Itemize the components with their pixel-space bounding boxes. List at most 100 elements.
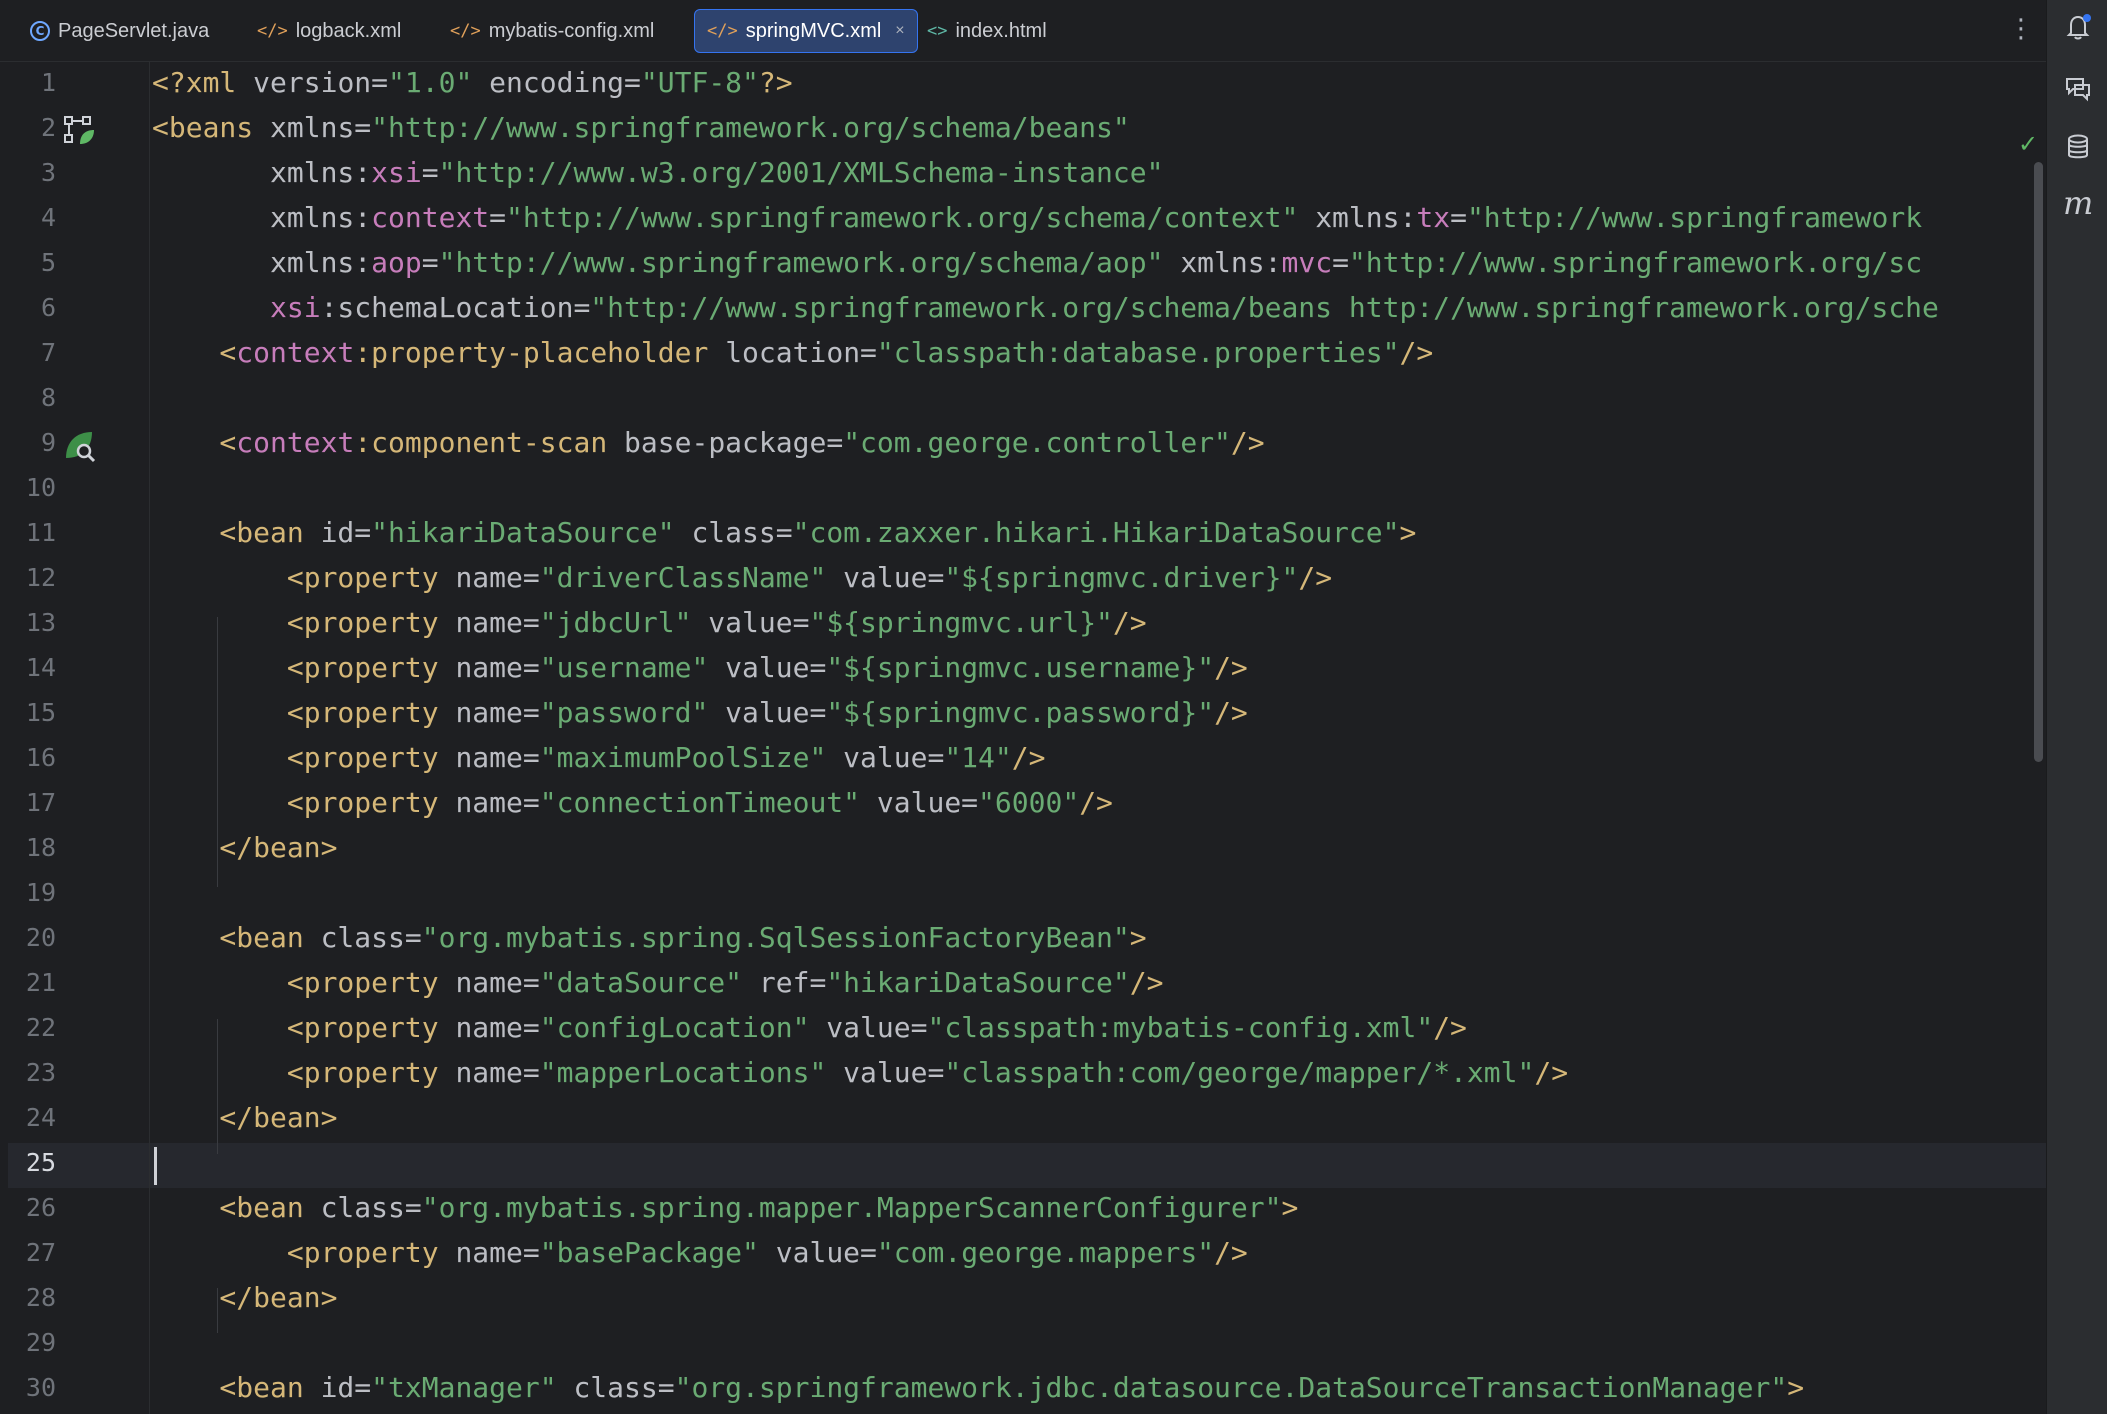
vertical-scrollbar[interactable] [2034, 162, 2043, 762]
code-line: <property name="configLocation" value="c… [152, 1005, 1467, 1050]
line-number: 5 [40, 248, 56, 277]
close-icon[interactable]: × [895, 22, 904, 40]
code-token: "maximumPoolSize" [539, 741, 827, 774]
code-token: location= [725, 336, 877, 369]
code-editor[interactable]: 1 2 3 4 5 6 7 8 9 10 11 12 13 14 15 16 17 18 19 20 21 22 23 24 2… [8, 62, 2046, 1414]
code-token: name= [455, 606, 540, 639]
code-line: <bean id="hikariDataSource" class="com.z… [152, 510, 1416, 555]
line-number: 14 [25, 653, 56, 682]
code-token: = [421, 156, 439, 189]
code-token: xmlns: [152, 246, 372, 279]
code-line: <context:component-scan base-package="co… [152, 420, 1264, 465]
bean-config-icon[interactable] [62, 114, 96, 148]
code-token: /> [1298, 561, 1333, 594]
tab-logback-xml[interactable]: </> logback.xml [245, 9, 413, 53]
tab-label: index.html [955, 19, 1047, 42]
line-number: 10 [25, 473, 56, 502]
code-token: <property [152, 966, 456, 999]
tab-mybatis-config-xml[interactable]: </> mybatis-config.xml [438, 9, 666, 53]
code-token: name= [455, 1011, 540, 1044]
code-token: :component-scan [354, 426, 625, 459]
line-number: 28 [25, 1283, 56, 1312]
code-token: name= [455, 966, 540, 999]
code-token: context [371, 201, 490, 234]
code-token: "classpath:com/george/mapper/*.xml" [944, 1056, 1535, 1089]
code-token: name= [455, 651, 540, 684]
current-line-highlight [8, 1143, 2046, 1188]
code-token: value= [826, 561, 945, 594]
line-number: 6 [40, 293, 56, 322]
database-icon[interactable] [2063, 132, 2093, 162]
code-token: /> [1214, 651, 1248, 684]
code-token: <bean [152, 1191, 321, 1224]
code-token: <property [152, 741, 456, 774]
code-line: <property name="connectionTimeout" value… [152, 780, 1113, 825]
notifications-icon[interactable] [2063, 12, 2093, 42]
tab-label: springMVC.xml [745, 19, 882, 42]
maven-icon[interactable]: m [2063, 187, 2093, 219]
code-line: <context:property-placeholder location="… [152, 330, 1433, 375]
code-token: > [1129, 921, 1147, 954]
code-token: version= [253, 66, 389, 99]
line-number: 9 [40, 428, 56, 457]
code-token: xmlns: [1298, 201, 1417, 234]
code-token: name= [455, 696, 540, 729]
code-token: :schemaLocation= [320, 291, 591, 324]
java-class-icon: C [30, 21, 50, 41]
code-token: </bean> [152, 1281, 338, 1314]
code-token: = [1332, 246, 1349, 279]
tab-index-html[interactable]: <> index.html [915, 9, 1059, 53]
code-token: name= [455, 1056, 540, 1089]
code-token: <?xml [152, 66, 254, 99]
line-number: 13 [25, 608, 56, 637]
code-token: > [1787, 1371, 1805, 1404]
inspection-ok-icon[interactable]: ✓ [2018, 130, 2038, 158]
code-token: /> [1399, 336, 1434, 369]
line-number: 21 [25, 968, 56, 997]
code-token: base-package= [624, 426, 844, 459]
line-number: 29 [25, 1328, 56, 1357]
code-token: "configLocation" [539, 1011, 810, 1044]
code-token: value= [708, 651, 827, 684]
xml-icon: </> [707, 21, 738, 41]
code-token: xmlns: [152, 156, 372, 189]
code-token: "http://www.springframework.org/sc [1348, 246, 1923, 279]
code-token: context [236, 426, 355, 459]
xml-icon: </> [257, 21, 288, 41]
code-line: xsi:schemaLocation="http://www.springfra… [152, 285, 1939, 330]
code-token: name= [455, 561, 540, 594]
ai-assistant-icon[interactable] [2063, 73, 2093, 103]
line-number: 18 [25, 833, 56, 862]
tab-options-icon[interactable]: ⋮ [2008, 14, 2034, 44]
code-line: </bean> [152, 825, 337, 870]
code-token: "com.george.mappers" [876, 1236, 1215, 1269]
code-token: < [152, 426, 237, 459]
code-token: "org.mybatis.spring.SqlSessionFactoryBea… [421, 921, 1130, 954]
component-scan-icon[interactable] [62, 428, 98, 464]
code-token: <bean [152, 1371, 321, 1404]
line-number: 8 [40, 383, 56, 412]
code-line: xmlns:context="http://www.springframewor… [152, 195, 1922, 240]
tab-pageservlet-java[interactable]: C PageServlet.java [18, 9, 221, 53]
code-line: <bean class="org.mybatis.spring.SqlSessi… [152, 915, 1147, 960]
code-token: <beans [152, 111, 271, 144]
code-token: /> [1214, 1236, 1248, 1269]
code-line: <property name="mapperLocations" value="… [152, 1050, 1568, 1095]
editor-tab-bar: C PageServlet.java </> logback.xml </> m… [0, 0, 2046, 62]
code-line: <property name="basePackage" value="com.… [152, 1230, 1248, 1275]
code-token: "http://www.springframework [1466, 201, 1923, 234]
code-line: <?xml version="1.0" encoding="UTF-8"?> [152, 62, 793, 105]
code-token: <property [152, 1056, 456, 1089]
tab-label: logback.xml [295, 19, 402, 42]
code-line: <property name="dataSource" ref="hikariD… [152, 960, 1164, 1005]
code-token: /> [1433, 1011, 1467, 1044]
code-token: xmlns= [270, 111, 372, 144]
line-number: 20 [25, 923, 56, 952]
line-number: 19 [25, 878, 56, 907]
code-token: = [489, 201, 507, 234]
tab-springmvc-xml[interactable]: </> springMVC.xml × [694, 9, 918, 53]
code-token: value= [758, 1236, 877, 1269]
code-token: "${springmvc.url}" [809, 606, 1113, 639]
code-token: class= [320, 921, 422, 954]
code-token: xmlns: [152, 201, 372, 234]
